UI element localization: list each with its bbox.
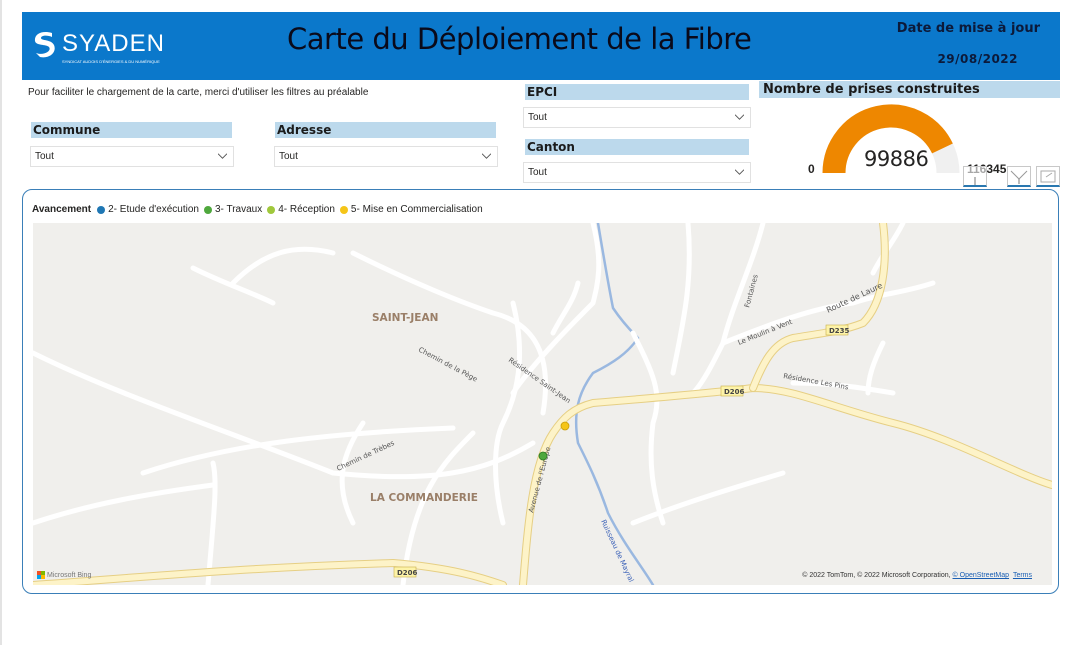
map-point-travaux[interactable] <box>538 451 548 461</box>
gauge-min-label: 0 <box>808 162 815 176</box>
logo-subtitle: SYNDICAT AUDOIS D'ÉNERGIES & DU NUMÉRIQU… <box>62 59 160 64</box>
road-shield-d206-south-label: D206 <box>397 569 418 577</box>
commune-dropdown[interactable]: Tout <box>30 146 234 167</box>
canton-dropdown-value: Tout <box>528 167 547 178</box>
map-point-commercialisation[interactable] <box>560 421 570 431</box>
legend-dot-icon <box>97 205 106 214</box>
canton-dropdown[interactable]: Tout <box>523 162 751 183</box>
gauge-title: Nombre de prises construites <box>759 81 1060 98</box>
chevron-down-icon <box>482 153 491 159</box>
epci-dropdown[interactable]: Tout <box>523 107 751 128</box>
legend-item-label: 3- Travaux <box>214 204 263 215</box>
logo-name: SYADEN <box>62 30 165 57</box>
commune-dropdown-value: Tout <box>35 151 54 162</box>
place-label-saint-jean: SAINT-JEAN <box>372 312 438 324</box>
commune-slicer-title: Commune <box>31 122 232 138</box>
filter-hint-text: Pour faciliter le chargement de la carte… <box>28 87 369 98</box>
syaden-logo: SYADEN SYNDICAT AUDOIS D'ÉNERGIES & DU N… <box>32 26 172 66</box>
page-left-border <box>0 0 2 645</box>
legend-item-label: 2- Etude d'exécution <box>108 204 199 215</box>
bing-label: Microsoft Bing <box>47 571 92 579</box>
canton-slicer-title: Canton <box>525 139 749 155</box>
legend-item-travaux[interactable]: 3- Travaux <box>203 204 263 215</box>
legend-dot-icon <box>203 205 212 214</box>
map-attribution: © 2022 TomTom, © 2022 Microsoft Corporat… <box>802 572 1032 579</box>
adresse-dropdown-value: Tout <box>279 151 298 162</box>
terms-link[interactable]: Terms <box>1013 572 1032 579</box>
legend-item-etude[interactable]: 2- Etude d'exécution <box>97 204 199 215</box>
road-shield-d206-label: D206 <box>724 388 745 396</box>
filter-icon[interactable] <box>1007 166 1031 187</box>
map-legend: Avancement 2- Etude d'exécution 3- Trava… <box>32 204 488 215</box>
chevron-down-icon <box>218 153 227 159</box>
legend-item-label: 5- Mise en Commercialisation <box>350 204 483 215</box>
more-options-icon[interactable] <box>963 166 987 187</box>
legend-title: Avancement <box>32 204 92 215</box>
street-label: Chemin de la Pège <box>417 346 479 384</box>
gauge-value-label: 99886 <box>864 147 929 171</box>
focus-mode-icon[interactable] <box>1036 166 1060 187</box>
logo-mark-icon <box>34 31 55 58</box>
local-roads <box>33 223 936 585</box>
page-title: Carte du Déploiement de la Fibre <box>287 22 752 56</box>
map-base-layer: D235 D206 D206 SAINT-JEAN LA COMMANDERIE… <box>33 223 1052 585</box>
header-banner: SYADEN SYNDICAT AUDOIS D'ÉNERGIES & DU N… <box>22 12 1060 80</box>
attribution-text: © 2022 TomTom, © 2022 Microsoft Corporat… <box>802 572 951 579</box>
adresse-slicer-title: Adresse <box>275 122 496 138</box>
place-label-la-commanderie: LA COMMANDERIE <box>370 492 478 504</box>
chevron-down-icon <box>735 169 744 175</box>
update-date-value: 29/08/2022 <box>937 52 1018 66</box>
legend-item-label: 4- Réception <box>278 204 335 215</box>
bing-attribution: Microsoft Bing <box>37 571 91 579</box>
adresse-dropdown[interactable]: Tout <box>274 146 498 167</box>
update-date-label: Date de mise à jour <box>896 21 1040 36</box>
epci-dropdown-value: Tout <box>528 112 547 123</box>
epci-slicer-title: EPCI <box>525 84 749 100</box>
microsoft-logo-icon <box>37 571 45 579</box>
legend-item-commercialisation[interactable]: 5- Mise en Commercialisation <box>339 204 483 215</box>
legend-dot-icon <box>339 205 348 214</box>
road-shield-d235-label: D235 <box>829 327 850 335</box>
map-canvas[interactable]: D235 D206 D206 SAINT-JEAN LA COMMANDERIE… <box>33 223 1052 585</box>
openstreetmap-link[interactable]: © OpenStreetMap <box>953 572 1010 579</box>
legend-item-reception[interactable]: 4- Réception <box>267 204 335 215</box>
legend-dot-icon <box>267 205 276 214</box>
chevron-down-icon <box>735 114 744 120</box>
